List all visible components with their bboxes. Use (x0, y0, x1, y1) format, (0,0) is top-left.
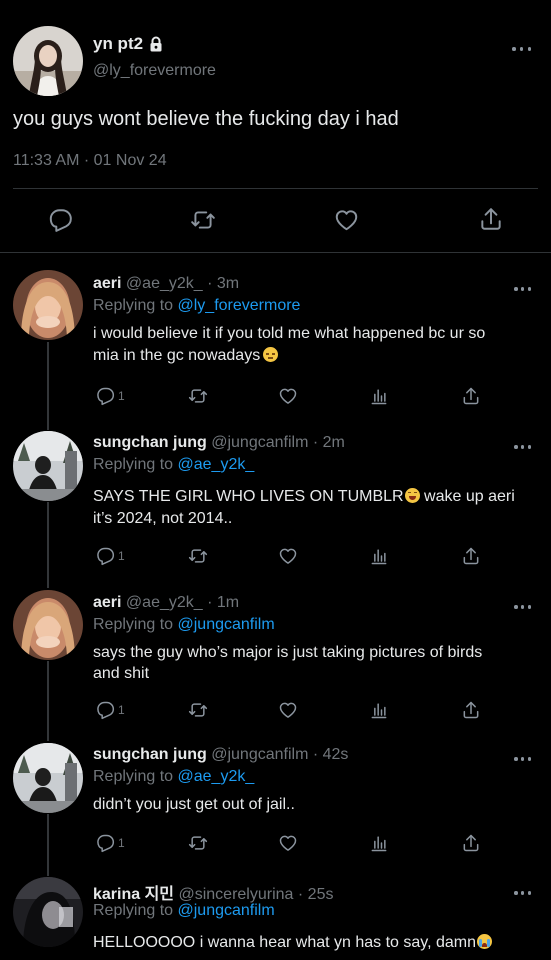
more-icon[interactable] (514, 282, 531, 296)
reply-icon[interactable] (47, 207, 73, 233)
lock-icon (148, 36, 164, 52)
views-icon[interactable] (369, 833, 389, 853)
avatar-main[interactable] (13, 26, 83, 96)
replying-label: Replying to (93, 768, 174, 785)
reply-text: didn’t you just get out of jail.. (93, 794, 533, 816)
reply-count: 1 (118, 703, 125, 717)
share-icon[interactable] (461, 700, 481, 720)
divider (13, 188, 538, 189)
reply-count: 1 (118, 836, 125, 850)
mention-link[interactable]: @ae_y2k_ (178, 768, 255, 785)
reply-icon[interactable]: 1 (95, 833, 125, 853)
mention-link[interactable]: @ae_y2k_ (178, 456, 255, 473)
reply-tweet[interactable]: aeri @ae_y2k_ · 3m Replying to @ly_forev… (0, 262, 551, 422)
text-line: i would believe it if you told me what h… (93, 325, 486, 342)
reply-tweet[interactable]: karina 지민 @sincerelyurina · 25s Replying… (0, 870, 551, 960)
time: · 25s (297, 886, 334, 903)
relieved-face-emoji (263, 347, 279, 362)
reply-icon[interactable]: 1 (95, 700, 125, 720)
more-icon[interactable] (514, 886, 531, 900)
avatar[interactable] (13, 431, 83, 501)
reply-count: 1 (118, 389, 125, 403)
retweet-icon[interactable] (187, 386, 209, 406)
text-line: mia in the gc nowadays (93, 347, 261, 364)
share-icon[interactable] (461, 546, 481, 566)
text-line: it’s 2024, not 2014.. (93, 510, 233, 527)
like-icon[interactable] (333, 207, 360, 233)
like-icon[interactable] (277, 833, 299, 853)
share-icon[interactable] (478, 206, 504, 232)
more-icon[interactable] (514, 440, 531, 454)
laughing-face-emoji (404, 488, 420, 503)
reply-tweet[interactable]: aeri @ae_y2k_ · 1m Replying to @jungcanf… (0, 584, 551, 734)
time: · 2m (312, 434, 345, 451)
replying-label: Replying to (93, 456, 174, 473)
retweet-icon[interactable] (187, 700, 209, 720)
tweet-text: you guys wont believe the fucking day i … (13, 108, 399, 130)
handle[interactable]: @ae_y2k_ (126, 594, 203, 611)
display-name[interactable]: aeri (93, 275, 121, 292)
time: · 3m (207, 275, 240, 292)
avatar[interactable] (13, 743, 83, 813)
main-tweet: yn pt2 @ly_forevermore you guys wont bel… (0, 0, 551, 253)
divider (0, 252, 551, 253)
avatar[interactable] (13, 877, 83, 947)
replying-label: Replying to (93, 297, 174, 314)
more-icon[interactable] (514, 752, 531, 766)
tweet-time: 11:33 AM (13, 152, 80, 169)
reply-count: 1 (118, 549, 125, 563)
mention-link[interactable]: @jungcanfilm (178, 902, 275, 919)
reply-icon[interactable]: 1 (95, 386, 125, 406)
more-icon[interactable] (514, 600, 531, 614)
handle[interactable]: @jungcanfilm (211, 434, 308, 451)
display-name[interactable]: sungchan jung (93, 434, 207, 451)
views-icon[interactable] (369, 546, 389, 566)
time: · 42s (312, 746, 349, 763)
display-name[interactable]: aeri (93, 594, 121, 611)
display-name[interactable]: sungchan jung (93, 746, 207, 763)
more-icon[interactable] (512, 42, 531, 56)
display-name[interactable]: yn pt2 (93, 34, 143, 54)
display-name[interactable]: karina 지민 (93, 886, 174, 903)
mention-link[interactable]: @jungcanfilm (178, 616, 275, 633)
separator: · (83, 152, 90, 169)
like-icon[interactable] (277, 700, 299, 720)
handle[interactable]: @jungcanfilm (211, 746, 308, 763)
text-line: HELLOOOOO i wanna hear what yn has to sa… (93, 934, 476, 951)
retweet-icon[interactable] (187, 833, 209, 853)
text-line: SAYS THE GIRL WHO LIVES ON TUMBLR (93, 488, 404, 505)
like-icon[interactable] (277, 386, 299, 406)
tweet-date: 01 Nov 24 (93, 152, 167, 169)
reply-icon[interactable]: 1 (95, 546, 125, 566)
avatar[interactable] (13, 270, 83, 340)
retweet-icon[interactable] (189, 207, 217, 233)
reply-text: i would believe it if you told me what h… (93, 323, 533, 367)
replying-label: Replying to (93, 616, 174, 633)
views-icon[interactable] (369, 386, 389, 406)
share-icon[interactable] (461, 833, 481, 853)
mention-link[interactable]: @ly_forevermore (178, 297, 301, 314)
handle[interactable]: @sincerelyurina (178, 886, 293, 903)
crying-face-emoji (477, 934, 492, 949)
reply-text: HELLOOOOO i wanna hear what yn has to sa… (93, 932, 533, 954)
reply-text: says the guy who’s major is just taking … (93, 642, 533, 684)
text-line: and shit (93, 665, 150, 682)
text-line: says the guy who’s major is just taking … (93, 644, 483, 661)
text-line: wake up aeri (419, 488, 515, 505)
share-icon[interactable] (461, 386, 481, 406)
like-icon[interactable] (277, 546, 299, 566)
reply-tweet[interactable]: sungchan jung @jungcanfilm · 2m Replying… (0, 422, 551, 584)
reply-text: SAYS THE GIRL WHO LIVES ON TUMBLR wake u… (93, 486, 533, 530)
handle[interactable]: @ly_forevermore (93, 62, 216, 80)
time: · 1m (207, 594, 240, 611)
avatar[interactable] (13, 590, 83, 660)
replying-label: Replying to (93, 902, 174, 919)
timestamp[interactable]: 11:33 AM · 01 Nov 24 (13, 152, 167, 170)
views-icon[interactable] (369, 700, 389, 720)
retweet-icon[interactable] (187, 546, 209, 566)
text-line: didn’t you just get out of jail.. (93, 796, 295, 813)
handle[interactable]: @ae_y2k_ (126, 275, 203, 292)
reply-tweet[interactable]: sungchan jung @jungcanfilm · 42s Replyin… (0, 734, 551, 870)
